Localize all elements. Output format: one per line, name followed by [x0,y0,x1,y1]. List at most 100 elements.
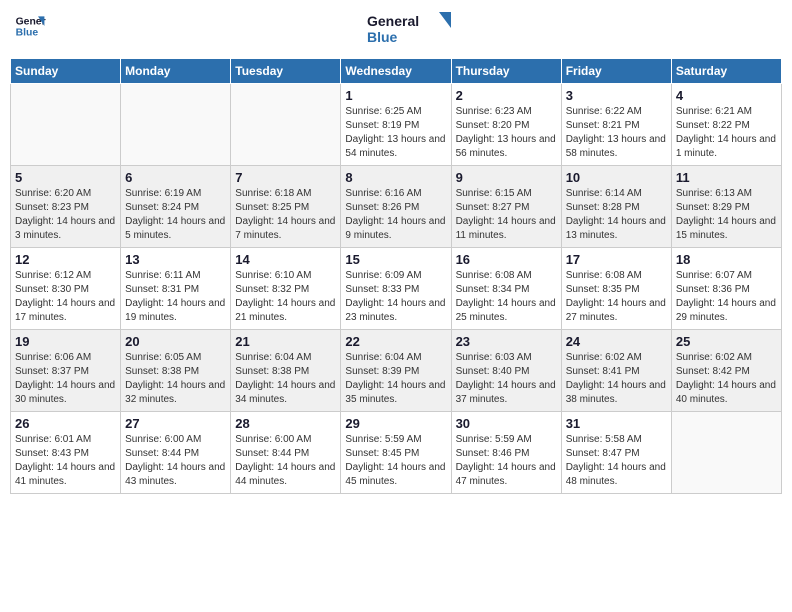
calendar-day-cell: 9 Sunrise: 6:15 AMSunset: 8:27 PMDaylight… [451,166,561,248]
day-number: 9 [456,170,557,185]
weekday-header: Saturday [671,59,781,84]
day-number: 16 [456,252,557,267]
calendar-week-row: 1Sunrise: 6:25 AMSunset: 8:19 PMDaylight… [11,84,782,166]
calendar-day-cell: 28 Sunrise: 6:00 AMSunset: 8:44 PMDayligh… [231,412,341,494]
calendar-week-row: 5 Sunrise: 6:20 AMSunset: 8:23 PMDaylight… [11,166,782,248]
day-info: Sunrise: 6:21 AMSunset: 8:22 PMDaylight:… [676,105,777,161]
calendar-day-cell: 1Sunrise: 6:25 AMSunset: 8:19 PMDaylight… [341,84,451,166]
weekday-header: Thursday [451,59,561,84]
day-info: Sunrise: 6:08 AMSunset: 8:34 PMDaylight:… [456,269,557,325]
logo: General Blue [14,10,46,42]
calendar-day-cell: 6 Sunrise: 6:19 AMSunset: 8:24 PMDaylight… [121,166,231,248]
day-info: Sunrise: 6:06 AMSunset: 8:37 PMDaylight:… [15,351,116,407]
day-number: 3 [566,88,667,103]
day-number: 4 [676,88,777,103]
calendar-day-cell: 5 Sunrise: 6:20 AMSunset: 8:23 PMDaylight… [11,166,121,248]
day-info: Sunrise: 6:22 AMSunset: 8:21 PMDaylight:… [566,105,667,161]
day-info: Sunrise: 6:00 AMSunset: 8:44 PMDaylight:… [125,433,226,489]
day-number: 26 [15,416,116,431]
day-number: 28 [235,416,336,431]
calendar-day-cell: 11Sunrise: 6:13 AMSunset: 8:29 PMDayligh… [671,166,781,248]
weekday-header: Monday [121,59,231,84]
weekday-header-row: SundayMondayTuesdayWednesdayThursdayFrid… [11,59,782,84]
calendar-week-row: 26 Sunrise: 6:01 AMSunset: 8:43 PMDayligh… [11,412,782,494]
calendar-day-cell: 27 Sunrise: 6:00 AMSunset: 8:44 PMDayligh… [121,412,231,494]
day-number: 25 [676,334,777,349]
calendar-day-cell: 7 Sunrise: 6:18 AMSunset: 8:25 PMDaylight… [231,166,341,248]
calendar-day-cell [231,84,341,166]
calendar-week-row: 12Sunrise: 6:12 AMSunset: 8:30 PMDayligh… [11,248,782,330]
calendar-day-cell [11,84,121,166]
svg-text:Blue: Blue [16,28,39,39]
day-info: Sunrise: 6:03 AMSunset: 8:40 PMDaylight:… [456,351,557,407]
calendar-day-cell: 13Sunrise: 6:11 AMSunset: 8:31 PMDayligh… [121,248,231,330]
day-number: 29 [345,416,446,431]
day-number: 11 [676,170,777,185]
day-number: 7 [235,170,336,185]
svg-text:Blue: Blue [367,29,398,45]
day-info: Sunrise: 6:07 AMSunset: 8:36 PMDaylight:… [676,269,777,325]
weekday-header: Friday [561,59,671,84]
day-number: 13 [125,252,226,267]
calendar-day-cell: 23 Sunrise: 6:03 AMSunset: 8:40 PMDayligh… [451,330,561,412]
page-header: General Blue General Blue [10,10,782,50]
day-info: Sunrise: 6:04 AMSunset: 8:39 PMDaylight:… [345,351,446,407]
day-number: 5 [15,170,116,185]
calendar-day-cell: 4 Sunrise: 6:21 AMSunset: 8:22 PMDaylight… [671,84,781,166]
day-info: Sunrise: 6:08 AMSunset: 8:35 PMDaylight:… [566,269,667,325]
calendar-day-cell: 31 Sunrise: 5:58 AMSunset: 8:47 PMDayligh… [561,412,671,494]
calendar-day-cell: 17 Sunrise: 6:08 AMSunset: 8:35 PMDayligh… [561,248,671,330]
day-info: Sunrise: 6:04 AMSunset: 8:38 PMDaylight:… [235,351,336,407]
calendar-day-cell: 22 Sunrise: 6:04 AMSunset: 8:39 PMDayligh… [341,330,451,412]
day-info: Sunrise: 6:16 AMSunset: 8:26 PMDaylight:… [345,187,446,243]
day-number: 6 [125,170,226,185]
calendar-table: SundayMondayTuesdayWednesdayThursdayFrid… [10,58,782,494]
calendar-day-cell: 12Sunrise: 6:12 AMSunset: 8:30 PMDayligh… [11,248,121,330]
day-number: 17 [566,252,667,267]
day-number: 22 [345,334,446,349]
day-info: Sunrise: 6:09 AMSunset: 8:33 PMDaylight:… [345,269,446,325]
calendar-day-cell: 26 Sunrise: 6:01 AMSunset: 8:43 PMDayligh… [11,412,121,494]
day-info: Sunrise: 6:20 AMSunset: 8:23 PMDaylight:… [15,187,116,243]
logo-block: General Blue [367,10,457,50]
day-info: Sunrise: 6:19 AMSunset: 8:24 PMDaylight:… [125,187,226,243]
calendar-day-cell: 16 Sunrise: 6:08 AMSunset: 8:34 PMDayligh… [451,248,561,330]
day-info: Sunrise: 6:23 AMSunset: 8:20 PMDaylight:… [456,105,557,161]
day-info: Sunrise: 6:00 AMSunset: 8:44 PMDaylight:… [235,433,336,489]
day-info: Sunrise: 6:02 AMSunset: 8:42 PMDaylight:… [676,351,777,407]
calendar-day-cell: 15 Sunrise: 6:09 AMSunset: 8:33 PMDayligh… [341,248,451,330]
svg-text:General: General [367,13,419,29]
calendar-day-cell: 2 Sunrise: 6:23 AMSunset: 8:20 PMDaylight… [451,84,561,166]
calendar-day-cell: 18 Sunrise: 6:07 AMSunset: 8:36 PMDayligh… [671,248,781,330]
day-number: 31 [566,416,667,431]
day-info: Sunrise: 6:14 AMSunset: 8:28 PMDaylight:… [566,187,667,243]
day-number: 27 [125,416,226,431]
day-number: 12 [15,252,116,267]
calendar-day-cell: 29 Sunrise: 5:59 AMSunset: 8:45 PMDayligh… [341,412,451,494]
day-number: 15 [345,252,446,267]
calendar-day-cell: 30Sunrise: 5:59 AMSunset: 8:46 PMDayligh… [451,412,561,494]
weekday-header: Sunday [11,59,121,84]
day-number: 10 [566,170,667,185]
day-info: Sunrise: 6:05 AMSunset: 8:38 PMDaylight:… [125,351,226,407]
day-number: 19 [15,334,116,349]
calendar-day-cell: 8 Sunrise: 6:16 AMSunset: 8:26 PMDaylight… [341,166,451,248]
calendar-day-cell: 10 Sunrise: 6:14 AMSunset: 8:28 PMDayligh… [561,166,671,248]
day-info: Sunrise: 6:01 AMSunset: 8:43 PMDaylight:… [15,433,116,489]
day-number: 14 [235,252,336,267]
calendar-day-cell: 3 Sunrise: 6:22 AMSunset: 8:21 PMDaylight… [561,84,671,166]
day-info: Sunrise: 5:58 AMSunset: 8:47 PMDaylight:… [566,433,667,489]
day-number: 20 [125,334,226,349]
day-number: 2 [456,88,557,103]
day-number: 23 [456,334,557,349]
calendar-day-cell: 25 Sunrise: 6:02 AMSunset: 8:42 PMDayligh… [671,330,781,412]
generalblue-logo-svg: General Blue [367,10,457,50]
day-number: 8 [345,170,446,185]
day-info: Sunrise: 6:15 AMSunset: 8:27 PMDaylight:… [456,187,557,243]
calendar-day-cell: 19 Sunrise: 6:06 AMSunset: 8:37 PMDayligh… [11,330,121,412]
day-info: Sunrise: 6:18 AMSunset: 8:25 PMDaylight:… [235,187,336,243]
day-number: 18 [676,252,777,267]
calendar-day-cell [121,84,231,166]
day-number: 21 [235,334,336,349]
day-info: Sunrise: 5:59 AMSunset: 8:45 PMDaylight:… [345,433,446,489]
